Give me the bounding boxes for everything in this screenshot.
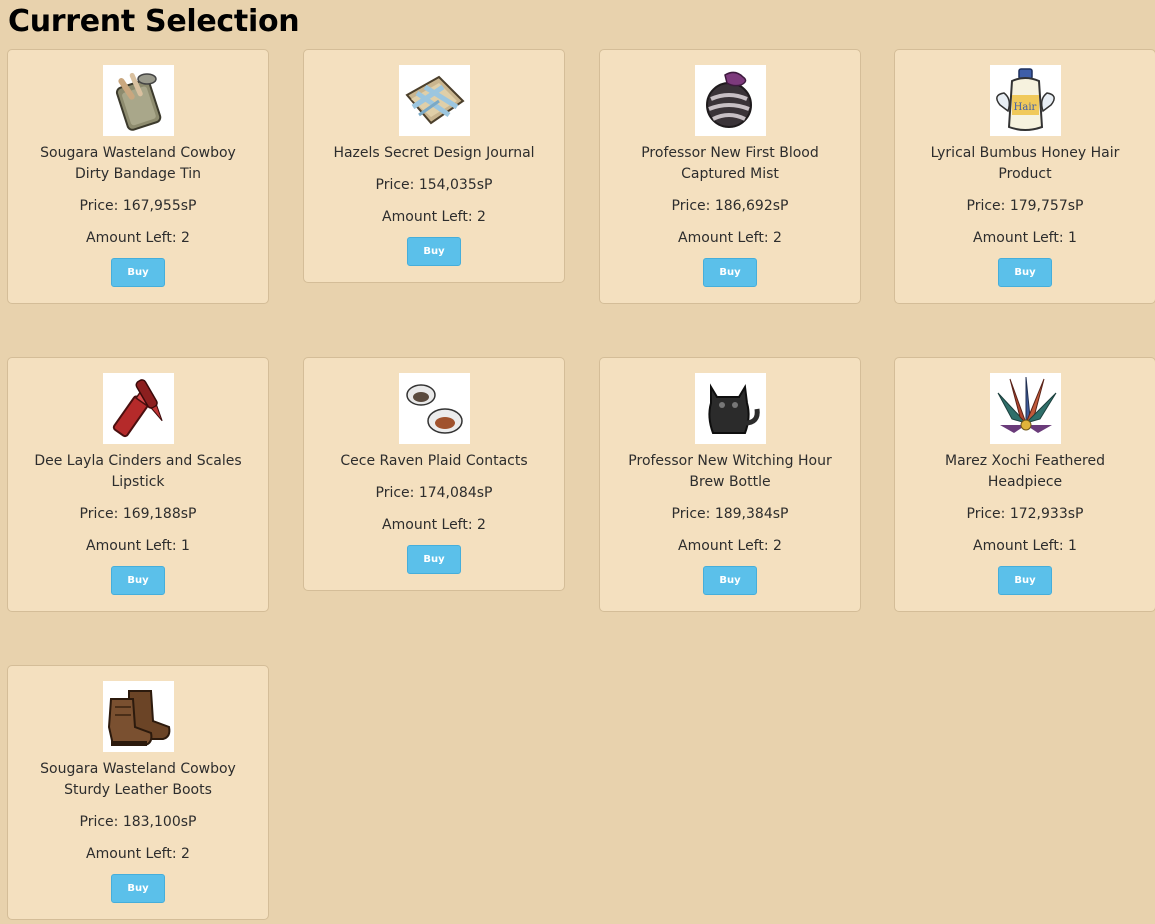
feathered-headpiece-icon[interactable] bbox=[989, 373, 1061, 444]
buy-button[interactable]: Buy bbox=[998, 258, 1052, 287]
item-card: Professor New First Blood Captured Mist … bbox=[599, 49, 861, 304]
buy-button[interactable]: Buy bbox=[703, 258, 757, 287]
lipstick-icon[interactable] bbox=[102, 373, 174, 444]
item-name: Sougara Wasteland Cowboy Dirty Bandage T… bbox=[40, 145, 236, 182]
item-name: Sougara Wasteland Cowboy Sturdy Leather … bbox=[40, 761, 236, 798]
contact-lenses-icon[interactable] bbox=[398, 373, 470, 444]
item-price: Price: 172,933sP bbox=[966, 506, 1084, 522]
item-card: Professor New Witching Hour Brew Bottle … bbox=[599, 357, 861, 612]
page-title: Current Selection bbox=[8, 4, 300, 39]
item-card: Sougara Wasteland Cowboy Dirty Bandage T… bbox=[7, 49, 269, 304]
item-card: Dee Layla Cinders and Scales Lipstick Pr… bbox=[7, 357, 269, 612]
item-amount-left: Amount Left: 2 bbox=[86, 230, 190, 246]
item-price: Price: 183,100sP bbox=[79, 814, 197, 830]
item-amount-left: Amount Left: 1 bbox=[973, 230, 1077, 246]
item-amount-left: Amount Left: 2 bbox=[382, 209, 486, 225]
hair-product-bottle-icon[interactable]: Hair bbox=[989, 65, 1061, 136]
item-card: Marez Xochi Feathered Headpiece Price: 1… bbox=[894, 357, 1155, 612]
svg-text:Hair: Hair bbox=[1013, 102, 1036, 113]
item-price: Price: 174,084sP bbox=[375, 485, 493, 501]
item-name: Professor New Witching Hour Brew Bottle bbox=[628, 453, 832, 490]
item-name: Dee Layla Cinders and Scales Lipstick bbox=[34, 453, 242, 490]
buy-button[interactable]: Buy bbox=[407, 237, 461, 266]
item-price: Price: 179,757sP bbox=[966, 198, 1084, 214]
item-amount-left: Amount Left: 2 bbox=[678, 538, 782, 554]
item-amount-left: Amount Left: 1 bbox=[973, 538, 1077, 554]
item-price: Price: 189,384sP bbox=[671, 506, 789, 522]
shop-page: Current Selection Sougara Wasteland Cowb… bbox=[0, 0, 1155, 924]
item-card: Hazels Secret Design Journal Price: 154,… bbox=[303, 49, 565, 283]
item-price: Price: 167,955sP bbox=[79, 198, 197, 214]
bandage-tin-icon[interactable] bbox=[102, 65, 174, 136]
item-card: Hair Lyrical Bumbus Honey Hair Product P… bbox=[894, 49, 1155, 304]
buy-button[interactable]: Buy bbox=[407, 545, 461, 574]
buy-button[interactable]: Buy bbox=[111, 874, 165, 903]
captured-mist-icon[interactable] bbox=[694, 65, 766, 136]
item-name: Professor New First Blood Captured Mist bbox=[641, 145, 819, 182]
item-amount-left: Amount Left: 2 bbox=[382, 517, 486, 533]
item-price: Price: 186,692sP bbox=[671, 198, 789, 214]
buy-button[interactable]: Buy bbox=[703, 566, 757, 595]
item-name: Hazels Secret Design Journal bbox=[333, 145, 535, 161]
item-name: Lyrical Bumbus Honey Hair Product bbox=[930, 145, 1120, 182]
buy-button[interactable]: Buy bbox=[111, 566, 165, 595]
item-name: Cece Raven Plaid Contacts bbox=[340, 453, 528, 469]
item-price: Price: 169,188sP bbox=[79, 506, 197, 522]
buy-button[interactable]: Buy bbox=[998, 566, 1052, 595]
buy-button[interactable]: Buy bbox=[111, 258, 165, 287]
item-card: Sougara Wasteland Cowboy Sturdy Leather … bbox=[7, 665, 269, 920]
item-amount-left: Amount Left: 2 bbox=[86, 846, 190, 862]
leather-boots-icon[interactable] bbox=[102, 681, 174, 752]
design-journal-icon[interactable] bbox=[398, 65, 470, 136]
cat-bottle-icon[interactable] bbox=[694, 373, 766, 444]
item-amount-left: Amount Left: 1 bbox=[86, 538, 190, 554]
item-name: Marez Xochi Feathered Headpiece bbox=[945, 453, 1105, 490]
item-price: Price: 154,035sP bbox=[375, 177, 493, 193]
item-amount-left: Amount Left: 2 bbox=[678, 230, 782, 246]
item-card: Cece Raven Plaid Contacts Price: 174,084… bbox=[303, 357, 565, 591]
